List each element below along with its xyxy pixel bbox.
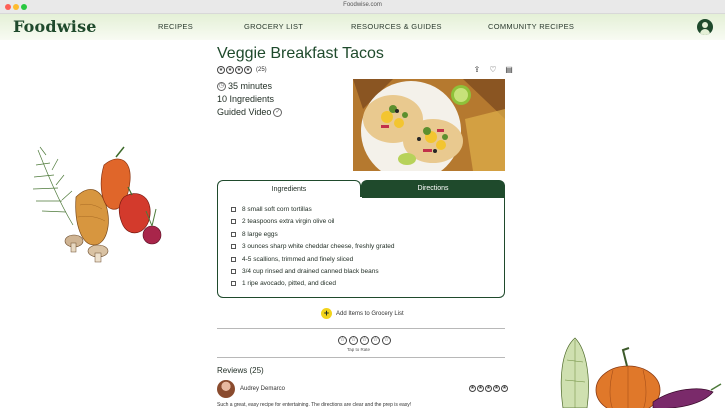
site-logo[interactable]: Foodwise [13, 17, 97, 36]
ingredient-text: 1 ripe avocado, pitted, and diced [242, 280, 336, 287]
star-icon: ★ [493, 385, 500, 392]
list-item[interactable]: 3/4 cup rinsed and drained canned black … [231, 268, 379, 275]
recipe-photo [353, 79, 505, 171]
star-icon: ★ [226, 66, 234, 74]
rate-stars[interactable]: ☆ ☆ ☆ ☆ ☆ [338, 336, 391, 345]
star-icon: ★ [244, 66, 252, 74]
checkbox[interactable] [231, 232, 236, 237]
ingredient-text: 4-5 scallions, trimmed and finely sliced [242, 256, 354, 263]
nav-link-resources-guides[interactable]: RESOURCES & GUIDES [351, 22, 442, 31]
ingredient-count: 10 Ingredients [217, 94, 275, 104]
star-icon: ★ [469, 385, 476, 392]
top-nav: Foodwise RECIPES GROCERY LIST RESOURCES … [0, 14, 725, 40]
star-icon[interactable]: ☆ [382, 336, 391, 345]
divider [217, 328, 505, 329]
ingredient-text: 3/4 cup rinsed and drained canned black … [242, 268, 379, 275]
ingredient-text: 8 small soft corn tortillas [242, 206, 312, 213]
nav-link-grocery-list[interactable]: GROCERY LIST [244, 22, 303, 31]
add-to-grocery-button[interactable]: + Add Items to Grocery List [321, 308, 404, 319]
ingredient-text: 2 teaspoons extra virgin olive oil [242, 218, 335, 225]
star-icon[interactable]: ☆ [349, 336, 358, 345]
checkbox[interactable] [231, 281, 236, 286]
vegetables-illustration-left [32, 146, 162, 263]
recipe-rating: ★ ★ ★ ★ (25) [217, 66, 267, 74]
rating-count[interactable]: (25) [256, 67, 267, 73]
tap-to-rate-label: Tap to Rate [347, 347, 371, 352]
cook-time-text: 35 minutes [228, 81, 273, 91]
divider [217, 357, 505, 358]
review-text: Such a great, easy recipe for entertaini… [217, 402, 412, 408]
guided-video[interactable]: Guided Video ✓ [217, 107, 283, 117]
checkbox[interactable] [231, 207, 236, 212]
list-item[interactable]: 8 small soft corn tortillas [231, 206, 312, 213]
star-icon: ★ [501, 385, 508, 392]
checkbox[interactable] [231, 244, 236, 249]
star-icon[interactable]: ☆ [338, 336, 347, 345]
print-icon[interactable]: ▤ [504, 65, 514, 74]
tab-ingredients[interactable]: Ingredients [217, 180, 361, 198]
reviews-title: Reviews (25) [217, 366, 264, 375]
guided-video-text[interactable]: Guided Video [217, 107, 271, 117]
clock-icon: ◷ [217, 81, 226, 91]
star-icon: ★ [477, 385, 484, 392]
check-circle-icon: ✓ [273, 107, 283, 117]
checkbox[interactable] [231, 269, 236, 274]
star-icon: ★ [235, 66, 243, 74]
list-item[interactable]: 4-5 scallions, trimmed and finely sliced [231, 256, 353, 263]
recipe-title: Veggie Breakfast Tacos [217, 45, 384, 62]
cook-time: ◷ 35 minutes [217, 81, 272, 91]
list-item[interactable]: 2 teaspoons extra virgin olive oil [231, 218, 335, 225]
share-icon[interactable]: ⇪ [472, 65, 482, 74]
ingredient-text: 3 ounces sharp white cheddar cheese, fre… [242, 243, 395, 250]
window-titlebar: Foodwise.com [0, 0, 725, 14]
nav-link-community-recipes[interactable]: COMMUNITY RECIPES [488, 22, 574, 31]
list-item[interactable]: 1 ripe avocado, pitted, and diced [231, 280, 336, 287]
window-title: Foodwise.com [343, 2, 382, 8]
add-to-grocery-label: Add Items to Grocery List [336, 310, 404, 317]
tab-directions[interactable]: Directions [361, 180, 505, 198]
vegetables-illustration-right [560, 337, 722, 408]
plus-icon: + [321, 308, 332, 319]
list-item[interactable]: 8 large eggs [231, 231, 278, 238]
list-item[interactable]: 3 ounces sharp white cheddar cheese, fre… [231, 243, 394, 250]
star-icon[interactable]: ☆ [360, 336, 369, 345]
heart-icon[interactable]: ♡ [488, 65, 498, 74]
checkbox[interactable] [231, 219, 236, 224]
account-icon[interactable] [697, 19, 713, 35]
ingredients-panel: 8 small soft corn tortillas 2 teaspoons … [217, 197, 505, 298]
nav-link-recipes[interactable]: RECIPES [158, 22, 193, 31]
reviewer-name[interactable]: Audrey Demarco [240, 386, 285, 392]
ingredient-text: 8 large eggs [242, 231, 278, 238]
avatar[interactable] [217, 380, 235, 398]
star-icon[interactable]: ☆ [371, 336, 380, 345]
star-icon: ★ [217, 66, 225, 74]
star-icon: ★ [485, 385, 492, 392]
recipe-actions: ⇪ ♡ ▤ [472, 65, 514, 74]
checkbox[interactable] [231, 257, 236, 262]
review-rating: ★ ★ ★ ★ ★ [469, 385, 508, 392]
